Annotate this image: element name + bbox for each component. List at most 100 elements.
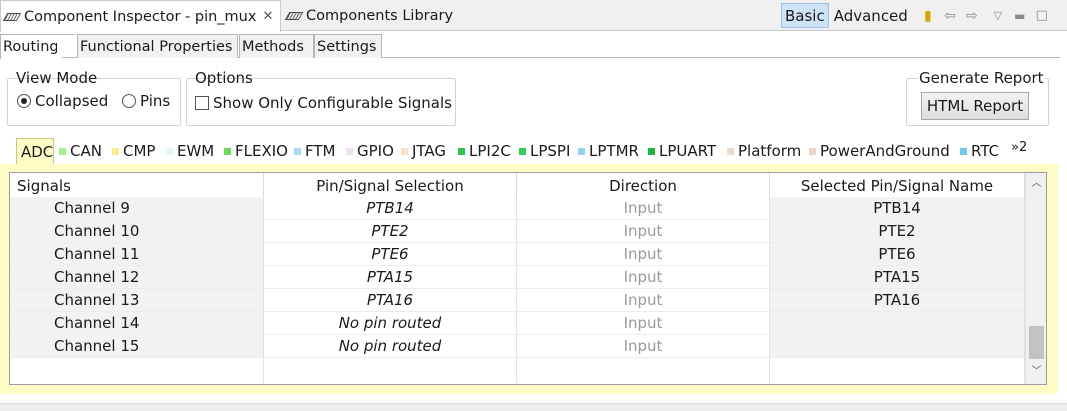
tab-component-inspector-label: Component Inspector - pin_mux [24,8,257,25]
pins-radio[interactable]: Pins [122,92,170,110]
signal-cell: Channel 13 [10,289,264,312]
tab-ftm[interactable]: FTM [294,140,335,162]
empty-cell [770,358,1025,383]
table-row[interactable]: Channel 9 PTB14 Input PTB14 [10,197,1025,220]
table-row[interactable]: Channel 10 PTE2 Input PTE2 [10,220,1025,243]
peripheral-tab-label: EWM [177,142,215,160]
empty-cell [264,358,517,383]
scroll-up-icon[interactable]: ︿ [1026,175,1047,193]
html-report-button[interactable]: HTML Report [921,92,1029,120]
tab-settings[interactable]: Settings [314,34,382,58]
color-swatch [458,147,465,155]
tab-routing[interactable]: Routing [0,34,75,61]
peripheral-tab-label: GPIO [357,142,394,160]
peripheral-tab-label: CMP [123,142,156,160]
scroll-thumb[interactable] [1029,326,1044,359]
adc-tab-panel: Signals Pin/Signal Selection Direction S… [0,164,1058,394]
signal-cell: Channel 14 [10,312,264,335]
peripheral-tab-label: ADC [21,142,54,161]
maximize-icon[interactable]: □ [1031,8,1053,23]
tab-lptmr[interactable]: LPTMR [578,140,639,162]
selected-name-cell [770,312,1025,335]
color-swatch [294,147,301,155]
tab-routing-label: Routing [3,39,59,55]
column-header-selected-name[interactable]: Selected Pin/Signal Name [770,173,1025,198]
pin-selection-cell[interactable]: No pin routed [264,335,517,358]
direction-cell: Input [517,243,770,266]
tab-functional-properties[interactable]: Functional Properties [77,34,238,58]
tab-methods-label: Methods [242,38,304,55]
vertical-scrollbar[interactable]: ︿ ﹀ [1025,173,1046,384]
pin-selection-cell[interactable]: PTB14 [264,197,517,220]
tab-rtc[interactable]: RTC [960,140,999,162]
tab-methods[interactable]: Methods [239,34,314,58]
pin-selection-cell[interactable]: PTE6 [264,243,517,266]
signal-cell: Channel 12 [10,266,264,289]
pin-selection-cell[interactable]: PTE2 [264,220,517,243]
peripheral-tab-label: LPI2C [469,142,511,160]
column-header-signals[interactable]: Signals [10,173,264,198]
signal-cell: Channel 11 [10,243,264,266]
tab-platform[interactable]: Platform [727,140,801,162]
table-row[interactable]: Channel 13 PTA16 Input PTA16 [10,289,1025,312]
peripheral-tab-label: RTC [971,142,1000,160]
basic-mode-button[interactable]: Basic [781,3,829,28]
peripheral-tab-label: LPSPI [530,142,571,160]
more-tabs-button[interactable]: »2 [1011,140,1027,155]
peripheral-tab-label: LPTMR [589,142,639,160]
scroll-down-icon[interactable]: ﹀ [1026,363,1047,381]
pin-selection-cell[interactable]: No pin routed [264,312,517,335]
note-icon[interactable]: ▮ [917,8,939,24]
generate-report-title: Generate Report [918,69,1045,87]
view-tab-bar: Component Inspector - pin_mux ✕ Componen… [0,0,1067,32]
pin-selection-cell[interactable]: PTA15 [264,266,517,289]
table-row[interactable]: Channel 15 No pin routed Input [10,335,1025,358]
color-swatch [59,147,66,155]
tab-component-inspector[interactable]: Component Inspector - pin_mux ✕ [0,0,281,32]
tab-adc[interactable]: ADC [16,138,54,164]
tab-lpspi[interactable]: LPSPI [519,140,570,162]
view-menu-icon[interactable]: ▽ [987,9,1009,22]
empty-cell [10,358,264,383]
tab-functional-properties-label: Functional Properties [80,38,233,55]
checkbox-unchecked-icon [195,96,209,110]
radio-selected-icon [17,94,31,108]
minimize-icon[interactable]: ▬ [1009,9,1031,23]
table-row[interactable]: Channel 14 No pin routed Input [10,312,1025,335]
direction-cell: Input [517,266,770,289]
tab-jtag[interactable]: JTAG [401,140,446,162]
collapsed-radio[interactable]: Collapsed [17,92,108,110]
peripheral-tab-bar: ADC CAN CMP EWM FLEXIO FTM GPIO JTAG LPI… [0,138,1060,164]
color-swatch [727,147,734,155]
advanced-mode-button[interactable]: Advanced [831,3,911,28]
direction-cell: Input [517,197,770,220]
color-swatch [224,147,231,155]
tab-can[interactable]: CAN [59,140,102,162]
tab-lpuart[interactable]: LPUART [648,140,716,162]
direction-cell: Input [517,335,770,358]
column-header-direction[interactable]: Direction [517,173,770,198]
table-row[interactable]: Channel 11 PTE6 Input PTE6 [10,243,1025,266]
table-row[interactable]: Channel 12 PTA15 Input PTA15 [10,266,1025,289]
tab-powerandground[interactable]: PowerAndGround [809,140,950,162]
peripheral-tab-label: Platform [738,142,802,160]
html-report-label: HTML Report [926,97,1024,115]
close-icon[interactable]: ✕ [262,9,273,24]
collapsed-label: Collapsed [35,92,109,110]
direction-cell: Input [517,289,770,312]
forward-arrow-icon[interactable]: ⇨ [961,8,983,24]
show-configurable-checkbox[interactable]: Show Only Configurable Signals [195,94,452,112]
selected-name-cell: PTA16 [770,289,1025,312]
tab-ewm[interactable]: EWM [166,140,214,162]
color-swatch [578,147,585,155]
column-header-pin-selection[interactable]: Pin/Signal Selection [264,173,517,198]
tab-flexio[interactable]: FLEXIO [224,140,288,162]
tab-gpio[interactable]: GPIO [346,140,394,162]
color-swatch [401,147,408,155]
pin-selection-cell[interactable]: PTA16 [264,289,517,312]
tab-lpi2c[interactable]: LPI2C [458,140,511,162]
back-arrow-icon[interactable]: ⇦ [939,8,961,24]
tab-cmp[interactable]: CMP [112,140,155,162]
tab-components-library[interactable]: Components Library [283,0,463,31]
peripheral-tab-label: LPUART [659,142,717,160]
